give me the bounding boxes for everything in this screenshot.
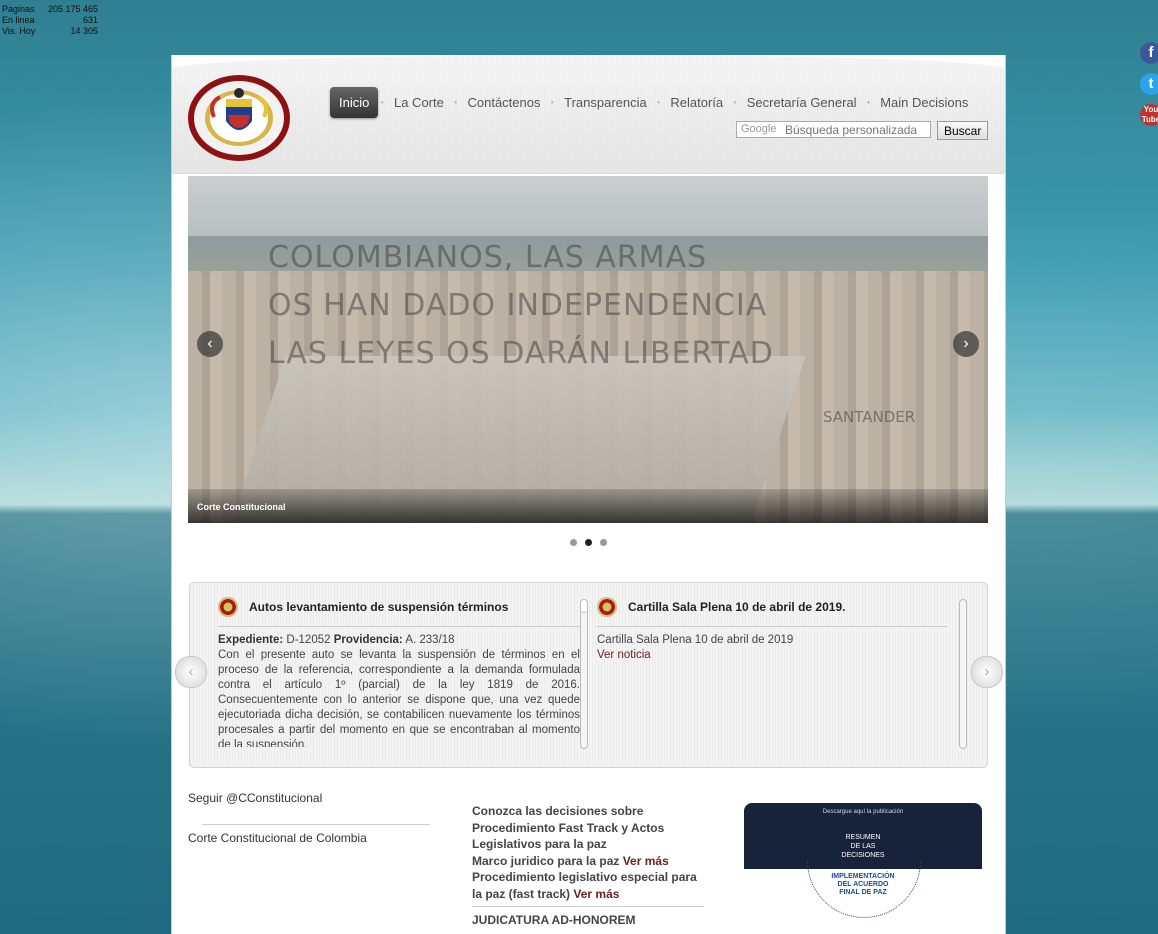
news-header: Cartilla Sala Plena 10 de abril de 2019. (597, 597, 947, 627)
search-button[interactable]: Buscar (937, 121, 989, 140)
banner-arc (807, 861, 921, 918)
news-title[interactable]: Cartilla Sala Plena 10 de abril de 2019. (628, 600, 845, 614)
news-title[interactable]: Autos levantamiento de suspensión términ… (249, 600, 508, 614)
counter-row-online: En linea 631 (2, 15, 98, 26)
ver-mas-link[interactable]: Ver más (623, 854, 669, 868)
ver-mas-link[interactable]: Ver más (573, 887, 619, 901)
nav-item-main-decisions[interactable]: Main Decisions (872, 89, 976, 116)
scrollbar-thumb[interactable] (581, 600, 587, 613)
marco-line: Marco juridico para la paz Ver más (472, 853, 704, 870)
youtube-label-bottom: Tube (1141, 115, 1158, 124)
news-body: Expediente: D-12052 Providencia: A. 233/… (218, 627, 580, 747)
youtube-label-top: You (1143, 105, 1158, 114)
news-item: Cartilla Sala Plena 10 de abril de 2019.… (597, 597, 947, 747)
procedimiento-line: Procedimiento legislativo especial para … (472, 869, 704, 902)
nav-item-transparencia[interactable]: Transparencia (556, 89, 655, 116)
court-seal-icon (218, 597, 238, 617)
slider-pagination (566, 539, 611, 546)
page-container: Inicio ● La Corte ● Contáctenos ● Transp… (171, 55, 1006, 934)
counter-label: Paginas (2, 4, 35, 14)
nav-item-secretaria-general[interactable]: Secretaría General (739, 89, 865, 116)
news-scrollbar[interactable] (959, 599, 967, 749)
facebook-page-link[interactable]: Corte Constitucional de Colombia (188, 831, 367, 845)
banner-title: RESUMEN DE LAS DECISIONES (744, 833, 982, 860)
court-seal-logo[interactable] (186, 73, 292, 163)
court-seal-icon (597, 597, 617, 617)
slider-inscription: COLOMBIANOS, LAS ARMAS OS HAN DADO INDEP… (268, 234, 774, 378)
news-body: Cartilla Sala Plena 10 de abril de 2019 … (597, 627, 947, 663)
slider-santander-text: SANTANDER (823, 408, 916, 426)
news-prev-icon[interactable]: ‹ (175, 656, 207, 688)
news-item: Autos levantamiento de suspensión términ… (218, 597, 580, 747)
footer-divider (202, 824, 430, 825)
counter-row-today: Vis. Hoy 14 305 (2, 26, 98, 37)
inscription-line: COLOMBIANOS, LAS ARMAS (268, 240, 708, 275)
decisions-divider (472, 906, 704, 907)
slider-prev-icon[interactable]: ‹ (197, 331, 223, 357)
peace-decisions-banner[interactable]: Descargue aquí la publicación RESUMEN DE… (744, 803, 982, 934)
main-nav: Inicio ● La Corte ● Contáctenos ● Transp… (330, 87, 976, 118)
providencia-label: Providencia: (333, 634, 403, 646)
nav-item-relatoria[interactable]: Relatoría (662, 89, 731, 116)
inscription-line: OS HAN DADO INDEPENDENCIA (268, 288, 768, 323)
counter-label: En linea (2, 15, 35, 25)
nav-item-la-corte[interactable]: La Corte (386, 89, 452, 116)
decisions-intro: Conozca las decisiones sobre Procedimien… (472, 804, 665, 851)
providencia-value: A. 233/18 (405, 634, 455, 646)
nav-separator: ● (656, 99, 661, 106)
site-header: Inicio ● La Corte ● Contáctenos ● Transp… (172, 55, 1005, 174)
slider-caption-bar (188, 489, 988, 523)
nav-separator: ● (453, 99, 458, 106)
search-input[interactable] (736, 121, 931, 138)
news-carousel: ‹ Autos levantamiento de suspensión térm… (175, 582, 1003, 768)
nav-item-contactenos[interactable]: Contáctenos (459, 89, 548, 116)
nav-item-inicio[interactable]: Inicio (330, 87, 379, 118)
nav-separator: ● (733, 99, 737, 106)
facebook-icon[interactable]: f (1140, 42, 1158, 64)
ver-noticia-link[interactable]: Ver noticia (597, 648, 947, 663)
hero-slider: COLOMBIANOS, LAS ARMAS OS HAN DADO INDEP… (188, 176, 988, 523)
news-header: Autos levantamiento de suspensión términ… (218, 597, 580, 627)
banner-title-line: DECISIONES (841, 852, 885, 859)
counter-row-pages: Paginas 205 175 465 (2, 4, 98, 15)
search-form: Google Buscar (736, 121, 989, 140)
slider-caption: Corte Constitucional (197, 502, 286, 512)
nav-separator: ● (550, 99, 555, 106)
nav-separator: ● (866, 99, 871, 106)
slider-dot-2[interactable] (585, 539, 592, 546)
news-text: Cartilla Sala Plena 10 de abril de 2019 (597, 634, 794, 646)
social-links: f t You Tube (1140, 42, 1158, 135)
news-text: Con el presente auto se levanta la suspe… (218, 649, 580, 747)
nav-separator: ● (380, 99, 384, 106)
banner-title-line: DE LAS (850, 843, 876, 850)
twitter-follow-link[interactable]: Seguir @CConstitucional (188, 791, 322, 805)
marco-text: Marco juridico para la paz (472, 853, 620, 868)
decisions-panel: Conozca las decisiones sobre Procedimien… (472, 803, 704, 929)
news-scrollbar[interactable] (580, 599, 588, 749)
expediente-label: Expediente: (218, 634, 284, 646)
slider-dot-1[interactable] (570, 539, 577, 546)
banner-title-line: RESUMEN (845, 834, 881, 841)
counter-label: Vis. Hoy (2, 26, 36, 36)
twitter-icon[interactable]: t (1140, 73, 1158, 95)
expediente-value: D-12052 (286, 634, 331, 646)
slider-next-icon[interactable]: › (953, 331, 979, 357)
counter-value: 205 175 465 (47, 4, 98, 14)
judicatura-heading[interactable]: JUDICATURA AD-HONOREM (472, 912, 704, 929)
counter-value: 631 (82, 15, 98, 25)
slider-dot-3[interactable] (600, 539, 607, 546)
visit-counter: Paginas 205 175 465 En linea 631 Vis. Ho… (2, 4, 98, 37)
youtube-icon[interactable]: You Tube (1140, 104, 1158, 126)
inscription-line: LAS LEYES OS DARÁN LIBERTAD (268, 336, 774, 371)
news-next-icon[interactable]: › (971, 656, 1003, 688)
counter-value: 14 305 (70, 26, 98, 36)
banner-download-text: Descargue aquí la publicación (822, 809, 904, 815)
